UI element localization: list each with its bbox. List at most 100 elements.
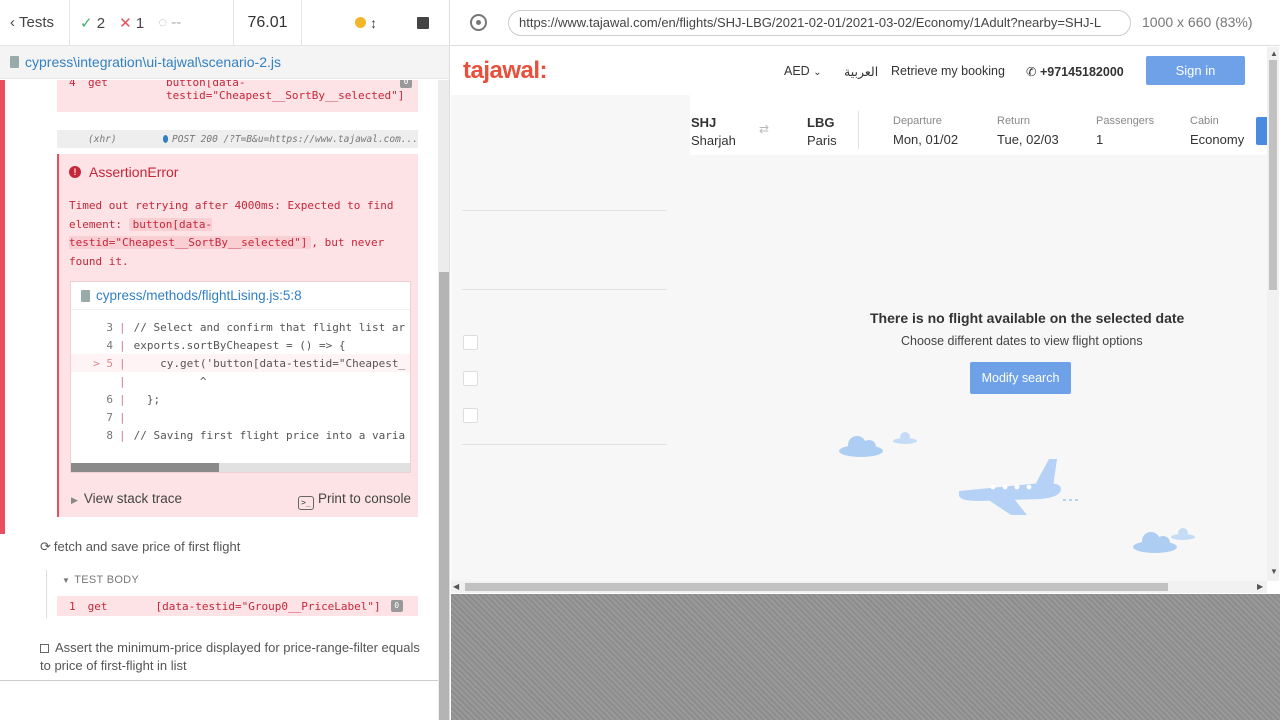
motion-dots-icon bbox=[1063, 499, 1078, 501]
line-number: 7 bbox=[106, 410, 113, 424]
modify-search-button[interactable]: Modify search bbox=[970, 362, 1071, 394]
code-line: 6 | }; bbox=[71, 390, 410, 408]
return: Return Tue, 02/03 bbox=[997, 115, 1059, 147]
test-body-header[interactable]: ▼ TEST BODY bbox=[62, 574, 139, 586]
cabin: Cabin Economy bbox=[1190, 115, 1245, 147]
site-logo[interactable]: tajawal: bbox=[463, 57, 548, 85]
error-box: ! AssertionError Timed out retrying afte… bbox=[57, 154, 418, 517]
check-icon: ✓ bbox=[80, 14, 93, 32]
scrollbar-thumb[interactable] bbox=[1269, 60, 1277, 290]
xhr-label: (xhr) bbox=[88, 133, 117, 145]
departure: Departure Mon, 01/02 bbox=[893, 115, 959, 147]
command-number: 4 bbox=[69, 80, 76, 89]
x-icon: ✕ bbox=[119, 14, 132, 32]
pin-icon: 0 bbox=[390, 600, 403, 612]
xhr-row[interactable]: (xhr) POST 200 /?T=B&u=https://www.tajaw… bbox=[57, 130, 418, 148]
xhr-message: POST 200 /?T=B&u=https://www.tajawal.com… bbox=[172, 133, 418, 145]
page-horizontal-scrollbar[interactable]: ◀ ▶ bbox=[451, 581, 1267, 593]
code-lines: 3 | // Select and confirm that flight list… bbox=[71, 318, 410, 444]
filter-divider bbox=[462, 444, 667, 445]
filter-checkbox[interactable] bbox=[463, 371, 478, 386]
gutter-bar: | bbox=[119, 356, 126, 370]
refresh-icon: ⟳ bbox=[40, 539, 51, 554]
line-number: 6 bbox=[106, 392, 113, 406]
view-stack-trace-button[interactable]: ▶ View stack trace bbox=[71, 491, 182, 510]
sign-in-button[interactable]: Sign in bbox=[1146, 56, 1245, 85]
line-text: exports.sortByCheapest = () => { bbox=[133, 338, 346, 352]
code-frame-scrollbar[interactable] bbox=[71, 463, 410, 472]
test-counts: ✓ 2 ✕ 1 ◌ -- bbox=[70, 0, 234, 46]
spec-path-bar: cypress\integration\ui-tajwal\scenario-2… bbox=[0, 46, 449, 79]
test-assert-min-price[interactable]: Assert the minimum-price displayed for p… bbox=[40, 639, 420, 675]
print-to-console-button[interactable]: >_ Print to console bbox=[297, 491, 411, 510]
filter-checkbox[interactable] bbox=[463, 335, 478, 350]
code-frame-file-link[interactable]: cypress/methods/flightLising.js:5:8 bbox=[96, 288, 302, 303]
language-link[interactable]: العربية bbox=[844, 64, 878, 79]
test-fetch-price[interactable]: ⟳ fetch and save price of first flight bbox=[40, 539, 240, 555]
code-line: 7 | bbox=[71, 408, 410, 426]
tests-back-button[interactable]: ‹ Tests bbox=[0, 0, 70, 46]
auto-scroll-toggle[interactable]: ↕ bbox=[355, 15, 377, 31]
passed-count: ✓ 2 bbox=[80, 14, 106, 32]
scrollbar-thumb[interactable] bbox=[465, 583, 1168, 591]
empty-state-subtitle: Choose different dates to view flight op… bbox=[901, 334, 1143, 348]
xhr-dot-icon bbox=[162, 135, 169, 143]
line-text: cy.get('button[data-testid="Cheapest_ bbox=[133, 356, 406, 370]
search-summary[interactable]: SHJ Sharjah ⇄ LBG Paris Departure Mon, 01/0… bbox=[690, 95, 1267, 155]
url-bar[interactable]: https://www.tajawal.com/en/flights/SHJ-L… bbox=[508, 10, 1131, 36]
phone-link[interactable]: ✆ +97145182000 bbox=[1026, 64, 1124, 79]
failed-test-indicator bbox=[0, 80, 5, 534]
pending-circle-icon: ◌ bbox=[158, 14, 168, 31]
code-line: 8 | // Saving first flight price into a va… bbox=[71, 426, 410, 444]
command-message: button[data-testid="Cheapest__SortBy__se… bbox=[166, 80, 405, 102]
failed-count: ✕ 1 bbox=[119, 14, 145, 32]
gutter-bar: | bbox=[119, 338, 126, 352]
aut-background bbox=[451, 594, 1280, 720]
search-button-edge[interactable] bbox=[1256, 117, 1267, 145]
gutter-bar: | bbox=[119, 410, 126, 424]
command-number: 1 bbox=[69, 599, 76, 613]
arrow-down-icon[interactable]: ▼ bbox=[1270, 567, 1278, 576]
airplane-icon bbox=[959, 459, 1061, 515]
caret-down-icon: ▼ bbox=[62, 576, 71, 585]
arrow-up-icon[interactable]: ▲ bbox=[1270, 49, 1278, 58]
terminal-icon: >_ bbox=[297, 496, 314, 510]
passengers: Passengers 1 bbox=[1096, 115, 1155, 147]
pin-icon: 0 bbox=[400, 80, 412, 88]
run-controls: ↕ bbox=[302, 0, 449, 46]
divider bbox=[858, 111, 859, 149]
spec-path-link[interactable]: cypress\integration\ui-tajwal\scenario-2… bbox=[25, 54, 281, 70]
line-text: ^ bbox=[133, 374, 207, 388]
caret-right-icon: ▶ bbox=[71, 495, 78, 505]
checkbox-empty-icon bbox=[40, 644, 49, 653]
filter-checkbox[interactable] bbox=[463, 408, 478, 423]
arrow-right-icon[interactable]: ▶ bbox=[1257, 582, 1263, 591]
command-name: get bbox=[88, 80, 108, 89]
reporter-scrollbar[interactable] bbox=[438, 80, 449, 720]
file-icon bbox=[10, 56, 19, 68]
site-header: tajawal: AED ⌄ العربية Retrieve my booki… bbox=[451, 47, 1267, 95]
currency-select[interactable]: AED ⌄ bbox=[784, 64, 822, 78]
retrieve-booking-link[interactable]: Retrieve my booking bbox=[891, 64, 1005, 78]
arrow-left-icon[interactable]: ◀ bbox=[453, 582, 459, 591]
cloud-icon bbox=[839, 436, 883, 457]
cloud-small-icon bbox=[893, 432, 917, 444]
command-row-get-price[interactable]: 1 get [data-testid="Group0__PriceLabel"]… bbox=[57, 596, 418, 616]
tree-line bbox=[46, 570, 47, 618]
arrows-vertical-icon: ↕ bbox=[370, 14, 377, 31]
line-text: // Saving first flight price into a vari… bbox=[133, 428, 406, 442]
line-number: 3 bbox=[106, 320, 113, 334]
command-row-get[interactable]: 4 get button[data-testid="Cheapest__Sort… bbox=[57, 80, 418, 112]
swap-icon: ⇄ bbox=[759, 122, 770, 136]
page-vertical-scrollbar[interactable]: ▲ ▼ bbox=[1267, 47, 1279, 581]
line-number: 4 bbox=[106, 338, 113, 352]
line-text: // Select and confirm that flight list a… bbox=[133, 320, 406, 334]
destination: LBG Paris bbox=[807, 115, 837, 148]
selector-playground-icon[interactable] bbox=[470, 14, 487, 31]
error-footer: ▶ View stack trace >_ Print to console bbox=[71, 491, 411, 510]
scrollbar-thumb[interactable] bbox=[439, 272, 449, 720]
file-icon bbox=[81, 289, 90, 302]
scrollbar-thumb[interactable] bbox=[71, 463, 219, 472]
viewport-info[interactable]: 1000 x 660 (83%) bbox=[1142, 14, 1253, 30]
stop-button[interactable] bbox=[417, 16, 429, 29]
